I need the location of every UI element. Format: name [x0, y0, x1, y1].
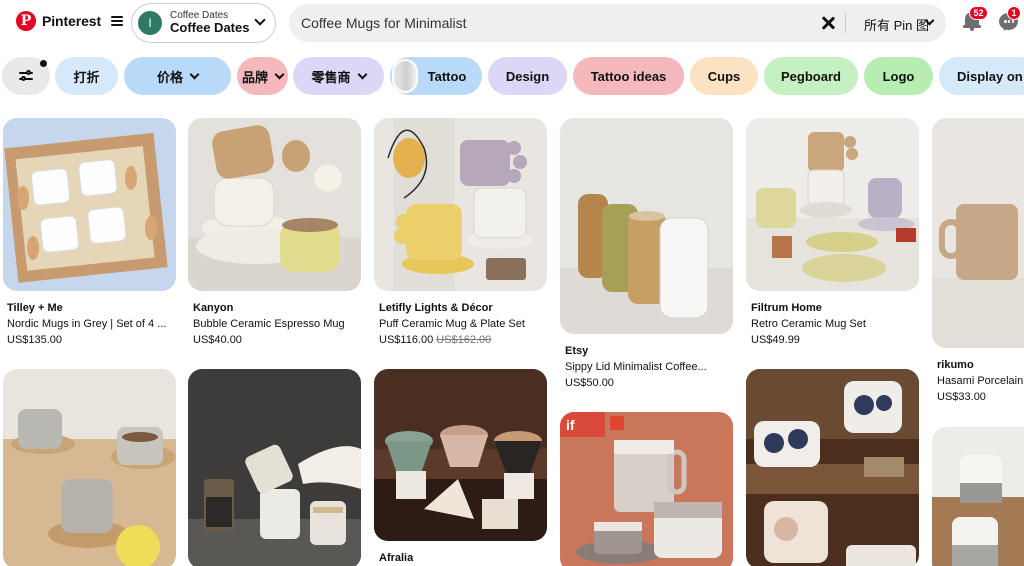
messages-badge: 1	[1007, 6, 1021, 20]
pin-price: US$40.00	[193, 334, 242, 346]
pinterest-logo-icon: P	[16, 11, 36, 31]
pin-image[interactable]	[3, 118, 176, 291]
pinterest-logo[interactable]: P Pinterest	[16, 11, 124, 31]
chip-label: 零售商	[311, 69, 351, 85]
menu-icon[interactable]	[111, 16, 124, 26]
chip-design[interactable]: Design	[488, 57, 567, 95]
pin-price: US$116.00 US$162.00	[379, 334, 491, 346]
pin-brand: Filtrum Home	[751, 302, 822, 314]
search-input[interactable]: Coffee Mugs for Minimalist	[301, 15, 466, 31]
pin-brand: rikumo	[937, 359, 974, 371]
pin-price: US$33.00	[937, 391, 986, 403]
pin-image[interactable]	[188, 118, 361, 291]
pin-image[interactable]	[374, 369, 547, 541]
chip-label: Display on e	[957, 68, 1024, 84]
pin-price: US$50.00	[565, 377, 614, 389]
chevron-down-icon	[357, 69, 367, 79]
pin-image[interactable]	[188, 369, 361, 566]
chip-pegboard[interactable]: Pegboard	[764, 57, 858, 95]
award-badge-text: if	[566, 417, 575, 433]
chip-label: Logo	[882, 68, 915, 84]
chip-sale[interactable]: 打折	[55, 57, 118, 95]
pin-brand: Etsy	[565, 345, 589, 357]
pin-brand: Tilley + Me	[7, 302, 63, 314]
pin-image[interactable]	[932, 427, 1024, 566]
pin-image[interactable]	[746, 118, 919, 291]
chip-label: Design	[505, 68, 550, 84]
chip-label: Cups	[707, 68, 741, 84]
chip-tattoo[interactable]: Tattoo	[390, 57, 482, 95]
pin-title[interactable]: Bubble Ceramic Espresso Mug	[193, 318, 361, 330]
chip-price[interactable]: 价格	[124, 57, 231, 95]
pin-image[interactable]	[3, 369, 176, 566]
pin-image[interactable]	[560, 118, 733, 334]
pin-title[interactable]: Nordic Mugs in Grey | Set of 4 ...	[7, 318, 175, 330]
chevron-down-icon	[274, 69, 285, 79]
chip-brand[interactable]: 品牌	[237, 57, 288, 95]
chip-label: Tattoo ideas	[590, 68, 667, 84]
sliders-icon	[19, 69, 33, 82]
chip-label: Pegboard	[781, 68, 841, 84]
search-divider	[845, 12, 846, 34]
pin-title[interactable]: Retro Ceramic Mug Set	[751, 318, 919, 330]
pin-image[interactable]	[932, 118, 1024, 348]
chip-tattoo-ideas[interactable]: Tattoo ideas	[573, 57, 684, 95]
pin-brand: Kanyon	[193, 302, 234, 314]
board-selector[interactable]: I Coffee Dates Coffee Dates	[131, 3, 276, 43]
chevron-down-icon	[189, 69, 200, 79]
active-filter-dot	[40, 60, 47, 67]
pin-price-original: US$162.00	[436, 334, 492, 346]
chip-retailer[interactable]: 零售商	[293, 57, 384, 95]
pin-title[interactable]: Sippy Lid Minimalist Coffee...	[565, 361, 733, 373]
pin-image[interactable]	[374, 118, 547, 291]
pin-title[interactable]: Puff Ceramic Mug & Plate Set	[379, 318, 547, 330]
pin-image[interactable]	[746, 369, 919, 566]
chip-thumbnail	[391, 59, 418, 93]
chip-label: 品牌	[241, 69, 268, 85]
chip-label: Tattoo	[427, 68, 467, 84]
pin-price: US$135.00	[7, 334, 63, 346]
chip-cups[interactable]: Cups	[690, 57, 758, 95]
notifications-badge: 52	[969, 6, 988, 20]
board-title: Coffee Dates	[170, 20, 250, 36]
chip-display-on[interactable]: Display on e	[939, 57, 1024, 95]
chip-label: 价格	[156, 69, 183, 85]
search-scope-select[interactable]: 所有 Pin 图	[864, 15, 929, 34]
top-nav: P Pinterest I Coffee Dates Coffee Dates …	[0, 0, 1024, 46]
pin-image[interactable]: if	[560, 412, 733, 566]
board-avatar: I	[138, 11, 162, 35]
pin-brand: Letifly Lights & Décor	[379, 302, 493, 314]
messages-dots	[1004, 20, 1014, 23]
pin-title[interactable]: Hasami Porcelain	[937, 375, 1024, 387]
clear-search-icon[interactable]	[819, 14, 837, 32]
pin-price-current: US$116.00	[379, 334, 434, 346]
chip-logo[interactable]: Logo	[864, 57, 933, 95]
search-bar[interactable]: Coffee Mugs for Minimalist 所有 Pin 图	[289, 4, 946, 42]
chip-label: 打折	[73, 69, 100, 85]
logo-text: Pinterest	[42, 13, 102, 29]
filter-bar: 打折 价格 品牌 零售商 Tattoo Design Tattoo ideas …	[0, 57, 1024, 95]
chevron-down-icon	[254, 14, 266, 26]
pin-brand: Afralia	[379, 552, 414, 564]
pin-price: US$49.99	[751, 334, 800, 346]
